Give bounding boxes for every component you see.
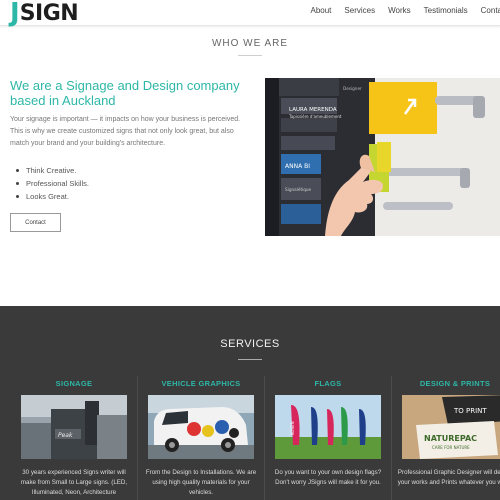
who-we-are-heading: WHO WE ARE <box>211 38 289 49</box>
service-title: DESIGN & PRINTS <box>419 379 491 388</box>
flags-image: KOSEN <box>275 395 381 459</box>
nav-contact[interactable]: Contac <box>481 6 500 15</box>
print-brand: NATUREPAC <box>424 434 477 443</box>
service-description: From the Design to Installations. We are… <box>145 469 257 496</box>
service-title: SIGNAGE <box>55 379 93 388</box>
nav-testimonials[interactable]: Testimonials <box>424 6 468 15</box>
service-card-flags[interactable]: FLAGS KOSEN Do you want to your own desi… <box>265 376 391 500</box>
logo-letter-j: J <box>10 0 20 28</box>
main-nav: About Services Works Testimonials Contac <box>298 0 500 20</box>
prints-illustration: TO PRINT NATUREPAC CARE FOR NATURE <box>402 395 500 459</box>
company-intro: Your signage is important — it impacts o… <box>10 116 241 147</box>
list-item: Think Creative. <box>16 164 89 177</box>
company-headline: We are a Signage and Design company base… <box>10 78 240 108</box>
list-item: Looks Great. <box>16 190 89 203</box>
flags-illustration: KOSEN <box>275 395 381 459</box>
service-description: Professional Graphic Designer will desig… <box>397 469 500 486</box>
nav-works[interactable]: Works <box>388 6 411 15</box>
signage-photo-illustration: LAURA MERENDA Tapissière d'ameublement A… <box>265 78 500 236</box>
service-description: Do you want to your own design flags? Do… <box>274 469 382 486</box>
sign-text-third: Signalétique <box>285 187 312 192</box>
service-title: VEHICLE GRAPHICS <box>161 379 241 388</box>
sign-text-subtitle: Tapissière d'ameublement <box>288 114 342 119</box>
nav-services[interactable]: Services <box>344 6 375 15</box>
print-sub: CARE FOR NATURE <box>432 445 470 450</box>
heading-divider <box>238 55 262 56</box>
nav-about[interactable]: About <box>311 6 332 15</box>
services-divider <box>238 359 262 360</box>
sign-text-second: ANNA BI <box>285 163 310 170</box>
service-card-signage[interactable]: SIGNAGE Peak 30 years experienced Signs … <box>11 376 137 500</box>
signage-image: Peak <box>21 395 127 459</box>
prints-image: TO PRINT NATUREPAC CARE FOR NATURE <box>402 395 500 459</box>
vehicle-image <box>148 395 254 459</box>
service-card-design-prints[interactable]: DESIGN & PRINTS TO PRINT NATUREPAC CARE … <box>392 376 500 500</box>
logo-wordmark: SIGN <box>19 1 79 26</box>
print-card-text: TO PRINT <box>453 407 487 415</box>
services-heading: SERVICES <box>220 338 280 350</box>
site-header: J SIGN About Services Works Testimonials… <box>0 0 500 26</box>
signage-photo: LAURA MERENDA Tapissière d'ameublement A… <box>265 78 500 236</box>
feature-list: Think Creative. Professional Skills. Loo… <box>16 164 89 203</box>
list-item: Professional Skills. <box>16 177 89 190</box>
services-section: SERVICES SIGNAGE Peak 30 years experienc… <box>0 306 500 500</box>
van-illustration <box>148 395 254 459</box>
service-description: 30 years experienced Signs writer will m… <box>20 469 128 496</box>
signage-illustration: Peak <box>21 395 127 459</box>
service-title: FLAGS <box>314 379 342 388</box>
service-card-vehicle-graphics[interactable]: VEHICLE GRAPHICS From the Design to Inst… <box>138 376 264 500</box>
svg-text:Peak: Peak <box>58 432 73 439</box>
flag-word: KOSEN <box>290 421 295 435</box>
site-logo[interactable]: J SIGN <box>10 0 79 28</box>
sign-text-name: LAURA MERENDA <box>289 107 337 113</box>
sign-text-fourth: Designer <box>343 86 362 91</box>
contact-button[interactable]: Contact <box>10 213 61 232</box>
